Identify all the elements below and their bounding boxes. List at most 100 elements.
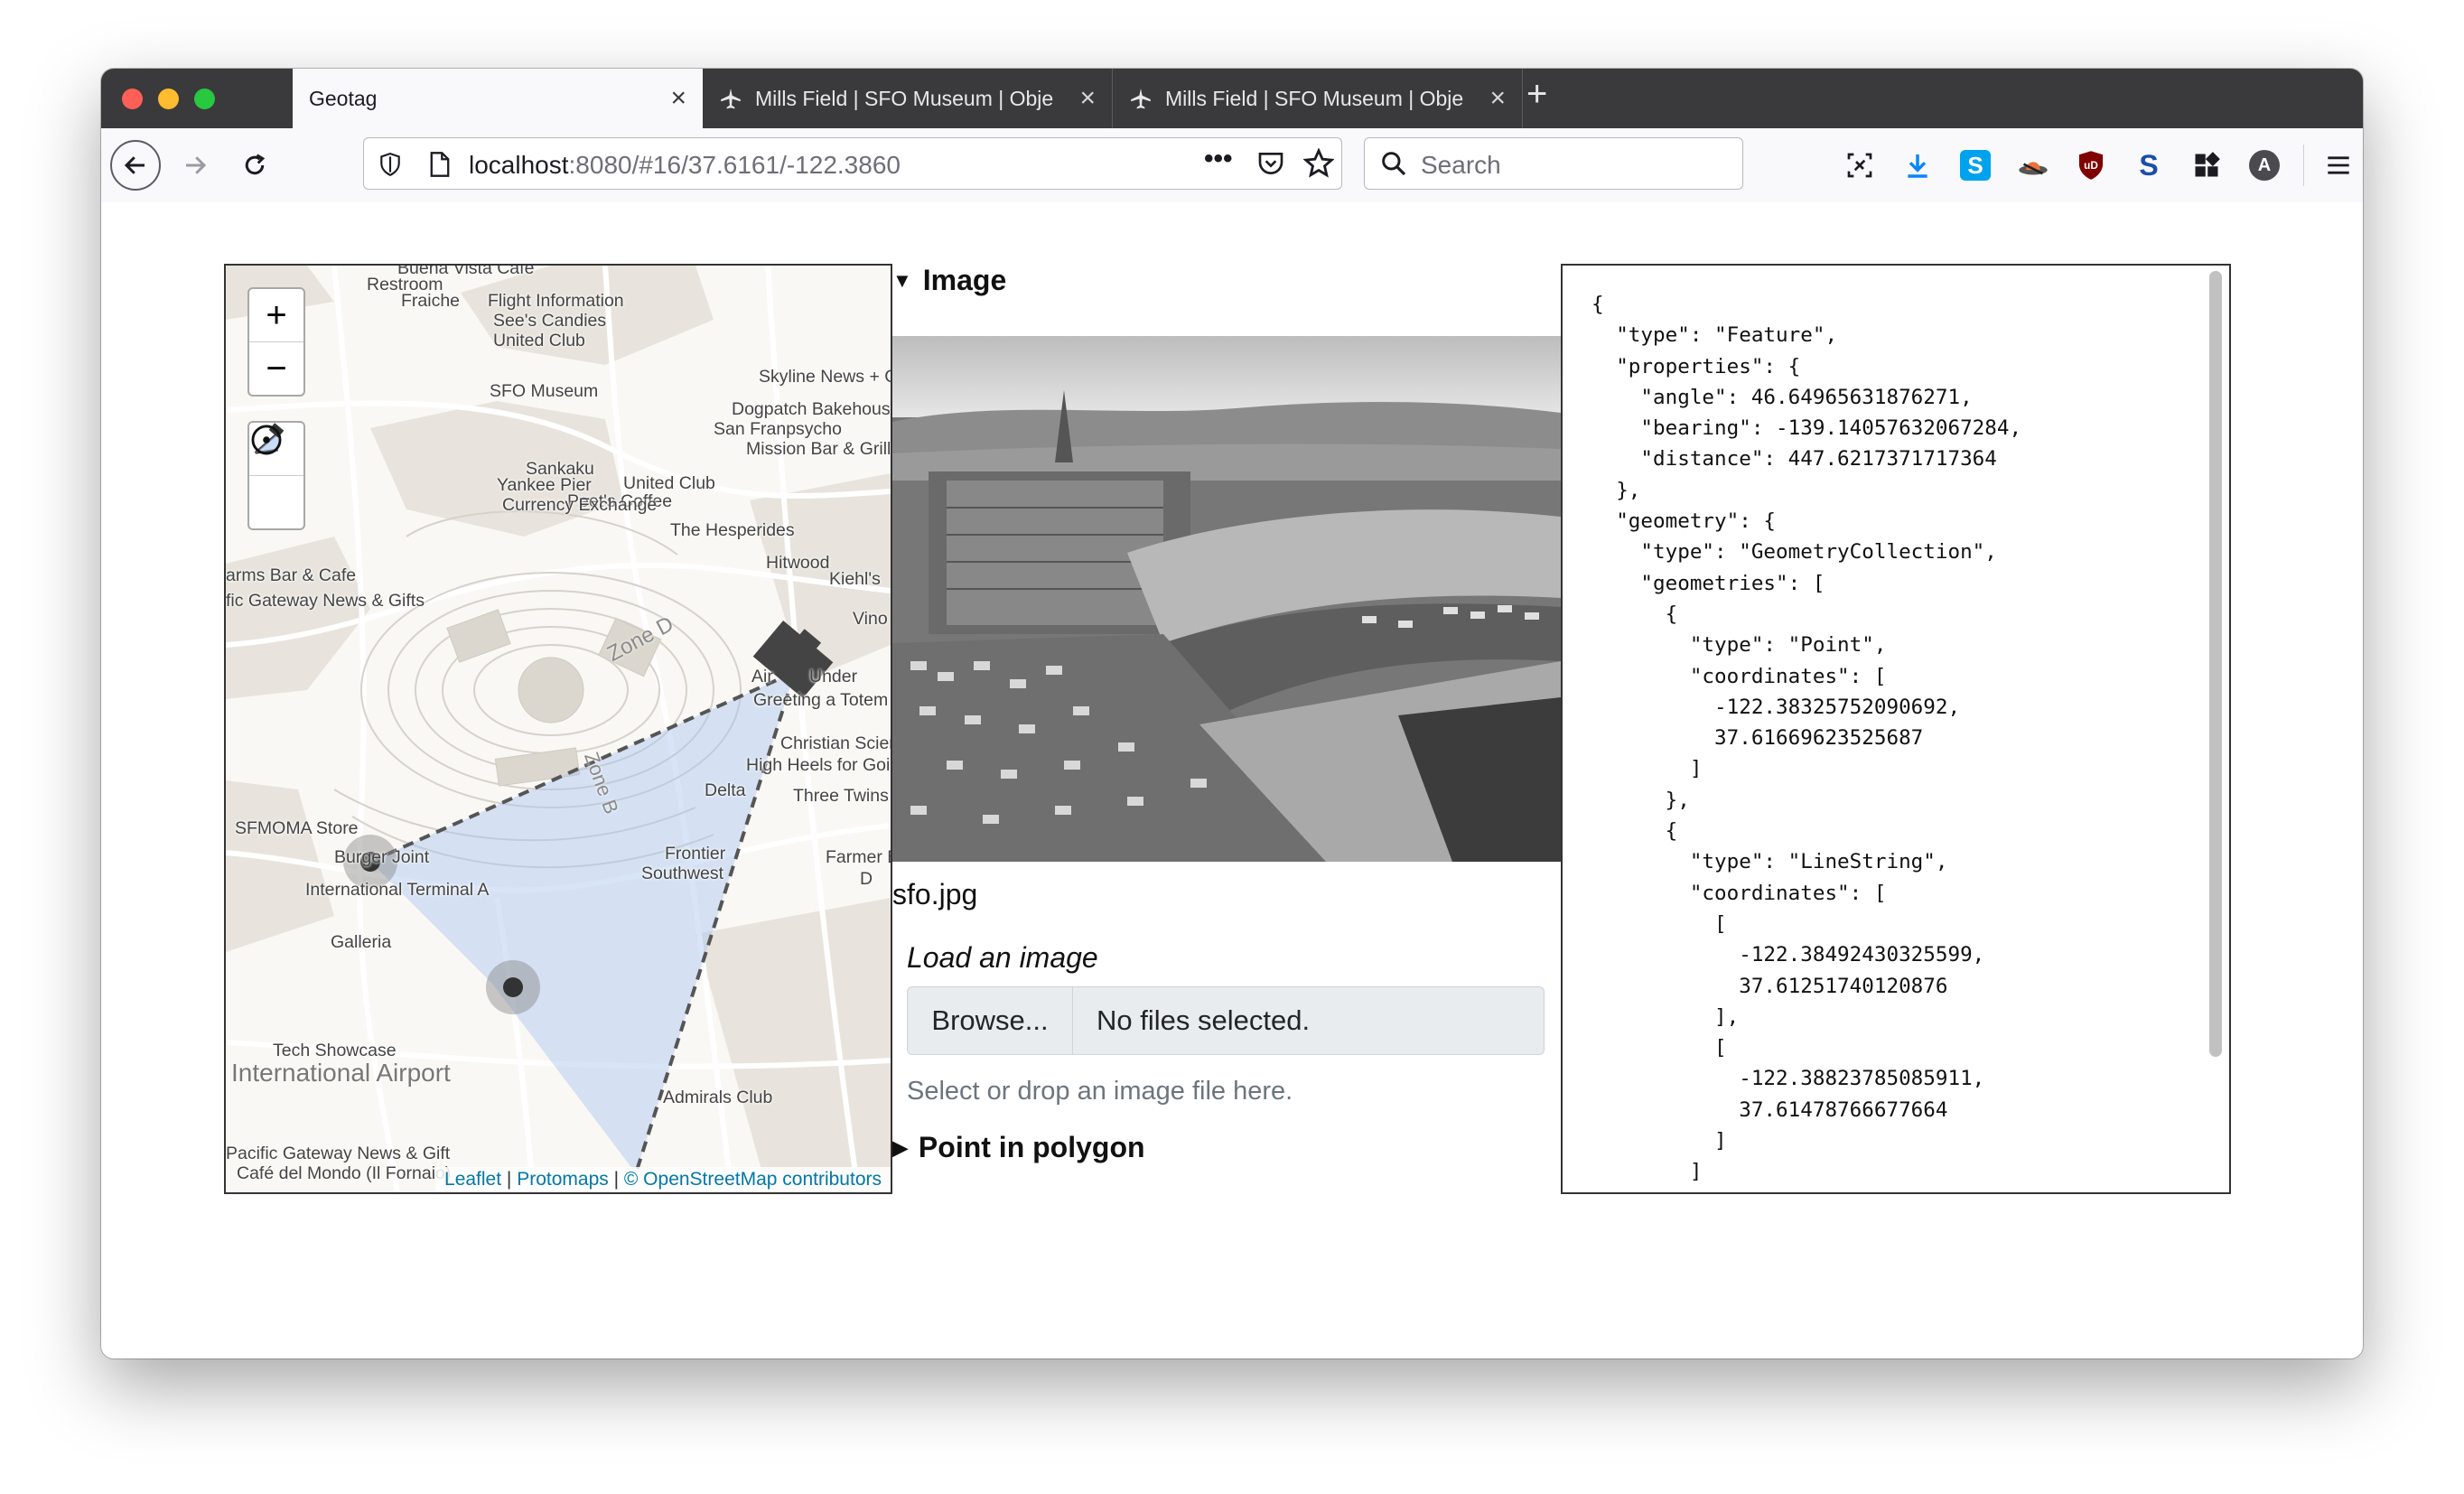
screenshot-icon[interactable]	[1844, 150, 1875, 181]
point-in-polygon-header[interactable]: ▶ Point in polygon	[892, 1131, 1145, 1164]
hat-icon[interactable]	[2018, 150, 2049, 181]
reload-icon	[245, 154, 266, 175]
zoom-in-button[interactable]: +	[249, 289, 303, 342]
map[interactable]: Buena Vista Cafe Restroom Fraiche Flight In…	[224, 264, 892, 1194]
browse-button[interactable]: Browse...	[908, 987, 1073, 1054]
map-attribution: Leaflet | Protomaps | © OpenStreetMap co…	[435, 1167, 891, 1192]
geojson-line: "type": "Feature",	[1591, 323, 1838, 348]
scrollbar[interactable]	[2209, 271, 2222, 1057]
locate-button[interactable]	[249, 425, 303, 528]
map-poi-label: Three Twins	[793, 786, 889, 806]
map-poi-label: fic Gateway News & Gifts	[226, 591, 425, 611]
forward-button[interactable]	[170, 140, 220, 191]
map-poi-label: Flight Information	[488, 291, 624, 311]
image-section-header[interactable]: ▼ Image	[892, 264, 1561, 297]
geojson-line: ]	[1591, 1129, 1727, 1153]
tab-close-icon[interactable]: ×	[670, 85, 686, 112]
geojson-line: "distance": 447.6217371717364	[1591, 447, 1997, 472]
map-poi-label: Delta	[705, 780, 746, 800]
tab-close-icon[interactable]: ×	[1079, 85, 1096, 112]
tab-close-icon[interactable]: ×	[1489, 85, 1506, 112]
new-tab-button[interactable]: +	[1526, 74, 1547, 115]
zoom-window-button[interactable]	[194, 89, 215, 109]
map-poi-label: Farmer B	[826, 847, 892, 867]
osm-link[interactable]: © OpenStreetMap contributors	[624, 1169, 882, 1190]
file-status: No files selected.	[1097, 1004, 1311, 1036]
bookmark-star-icon[interactable]	[1303, 148, 1334, 179]
apps-icon[interactable]	[2191, 150, 2222, 181]
geojson-line: "type": "LineString",	[1591, 850, 1948, 874]
page-content: Buena Vista Cafe Restroom Fraiche Flight In…	[101, 202, 2363, 1359]
geojson-output[interactable]: { "type": "Feature", "properties": { "an…	[1561, 264, 2231, 1194]
map-poi-label: Southwest	[641, 864, 724, 883]
map-poi-label: Kiehl's	[829, 569, 881, 589]
account-icon[interactable]: A	[2249, 150, 2280, 181]
map-poi-label: Dogpatch Bakehouse & C	[732, 399, 892, 419]
file-input[interactable]: Browse... No files selected.	[907, 986, 1545, 1055]
map-poi-label: International Terminal A	[305, 880, 490, 900]
map-poi-label: Air	[751, 667, 773, 686]
map-poi-label: Hitwood	[766, 553, 830, 573]
s-extension-icon[interactable]: S	[2133, 149, 2164, 182]
close-window-button[interactable]	[122, 89, 143, 109]
geojson-line: "coordinates": [	[1591, 664, 1887, 688]
locate-icon	[251, 425, 282, 455]
url-bar[interactable]: localhost:8080/#16/37.6161/-122.3860 •••	[363, 137, 1342, 190]
tab-geotag[interactable]: Geotag ×	[293, 69, 703, 128]
back-button[interactable]	[110, 140, 161, 191]
toolbar-divider	[2303, 145, 2304, 186]
ublock-icon[interactable]: uD	[2076, 150, 2106, 181]
url-host: localhost	[469, 151, 569, 179]
tab-mills-field-1[interactable]: Mills Field | SFO Museum | Obje ×	[703, 69, 1113, 128]
geojson-line: "angle": 46.64965631876271,	[1591, 385, 1973, 409]
image-panel: ▼ Image sfo.jpg Load an image Browse... …	[892, 264, 1561, 1163]
tab-bar: Geotag × Mills Field | SFO Museum | Obje…	[101, 69, 2363, 128]
tab-title: Geotag	[309, 86, 378, 110]
map-poi-label: San Franpsycho	[714, 419, 842, 439]
leaflet-link[interactable]: Leaflet	[444, 1169, 501, 1190]
geojson-line: [	[1591, 1036, 1727, 1060]
search-bar[interactable]: Search	[1364, 137, 1743, 190]
reload-button[interactable]	[229, 140, 280, 191]
map-poi-label: SFMOMA Store	[235, 818, 359, 838]
map-poi-label: Admirals Club	[663, 1088, 773, 1107]
minimize-window-button[interactable]	[158, 89, 179, 109]
zoom-out-button[interactable]: −	[249, 342, 303, 395]
map-poi-label: Frontier	[665, 844, 726, 864]
url-text[interactable]: localhost:8080/#16/37.6161/-122.3860	[469, 151, 901, 180]
image-section-title: Image	[922, 264, 1007, 296]
map-poi-label: Vino	[853, 609, 888, 629]
zoom-control: + −	[247, 287, 305, 397]
map-poi-label: Greeting a Totem	[753, 690, 889, 710]
map-poi-label: Burger Joint	[334, 847, 430, 867]
tab-title: Mills Field | SFO Museum | Obje	[755, 86, 1054, 110]
page-actions-icon[interactable]: •••	[1204, 144, 1233, 174]
geojson-line: 37.61251740120876	[1591, 974, 1948, 998]
geojson-line: 37.61478766677664	[1591, 1097, 1948, 1122]
map-poi-label: See's Candies	[493, 311, 607, 331]
expanded-triangle-icon: ▼	[892, 268, 912, 292]
svg-text:uD: uD	[2084, 160, 2098, 172]
map-poi-label: Christian Science Read	[780, 733, 891, 753]
collapsed-triangle-icon: ▶	[892, 1135, 908, 1159]
geojson-line: [	[1591, 911, 1727, 936]
tab-mills-field-2[interactable]: Mills Field | SFO Museum | Obje ×	[1113, 69, 1523, 128]
search-icon	[1382, 152, 1406, 176]
map-poi-label: Fraiche	[401, 291, 461, 311]
map-poi-label: Skyline News + Gifts	[759, 367, 891, 387]
attrib-separator: |	[501, 1169, 518, 1190]
airplane-icon	[1131, 89, 1151, 109]
geojson-line: "geometries": [	[1591, 571, 1825, 595]
protomaps-link[interactable]: Protomaps	[517, 1169, 609, 1190]
geojson-line: "geometry": {	[1591, 509, 1777, 534]
map-area-label: International Airport	[231, 1059, 451, 1087]
geojson-line: -122.38823785085911,	[1591, 1067, 1985, 1091]
skype-icon[interactable]: S	[1960, 150, 1991, 181]
pocket-icon[interactable]	[1256, 149, 1285, 178]
geojson-line: "bearing": -139.14057632067284,	[1591, 416, 2022, 441]
menu-icon[interactable]	[2323, 150, 2354, 181]
forward-arrow-icon	[186, 156, 207, 174]
download-icon[interactable]	[1902, 150, 1933, 181]
geojson-line: ]	[1591, 1160, 1703, 1184]
page-icon	[430, 152, 450, 177]
